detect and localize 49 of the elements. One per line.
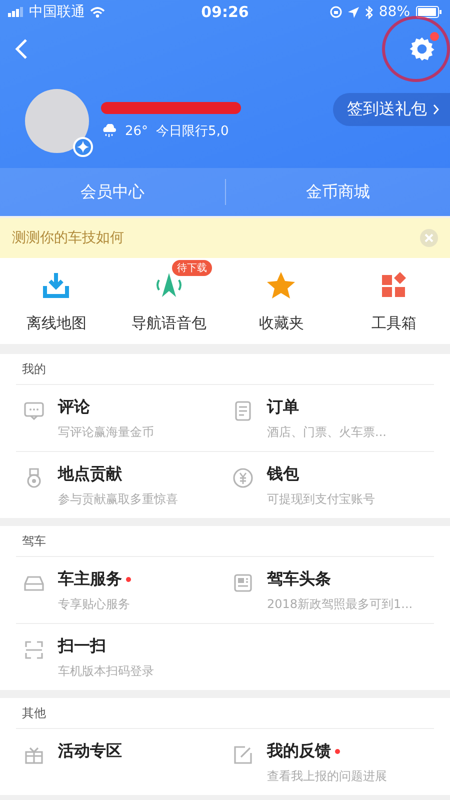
section-title: 其他	[22, 704, 46, 722]
signal-icon	[8, 7, 24, 17]
menu-item-subtitle: 参与贡献赢取多重惊喜	[58, 491, 178, 508]
menu-item-title[interactable]: 驾车头条	[267, 569, 331, 590]
sparkle-badge-icon	[73, 137, 93, 157]
edit-icon	[231, 743, 255, 767]
location-arrow-icon	[348, 6, 359, 18]
chevron-icon	[433, 104, 440, 114]
menu-item-title[interactable]: 车主服务	[58, 569, 122, 590]
comment-icon	[22, 399, 46, 423]
battery-percent: 88%	[378, 4, 410, 20]
settings-icon[interactable]	[408, 35, 436, 63]
back-icon[interactable]	[14, 38, 28, 60]
menu-item-subtitle: 2018新政驾照最多可到1...	[267, 596, 413, 613]
menu-item-title[interactable]: 钱包	[267, 464, 299, 485]
menu-item-subtitle: 写评论赢海量金币	[58, 424, 154, 441]
menu-item-subtitle: 车机版本扫码登录	[58, 663, 154, 680]
download-badge: 待下载	[172, 260, 212, 276]
scan-icon	[22, 638, 46, 662]
menu-item-subtitle: 查看我上报的问题进展	[267, 768, 387, 785]
wallet-icon	[231, 466, 255, 490]
menu-item-title[interactable]: 订单	[267, 397, 299, 418]
battery-icon	[416, 6, 442, 18]
shortcut-label[interactable]: 收藏夹	[258, 314, 304, 332]
checkin-button[interactable]: 签到送礼包	[333, 92, 450, 126]
menu-item-title[interactable]: 地点贡献	[58, 464, 122, 485]
menu-item-subtitle: 酒店、门票、火车票...	[267, 424, 386, 441]
menu-item-title[interactable]: 活动专区	[58, 741, 122, 762]
menu-item-title[interactable]: 扫一扫	[58, 636, 106, 657]
carrier-name: 中国联通	[29, 3, 85, 21]
shortcut-label[interactable]: 工具箱	[371, 314, 416, 332]
menu-item-title[interactable]: 我的反馈	[267, 741, 331, 762]
temperature: 26°	[125, 124, 148, 138]
traffic-restriction: 今日限行5,0	[156, 123, 229, 140]
orientation-lock-icon	[330, 6, 342, 18]
news-icon	[231, 571, 255, 595]
menu-item-subtitle: 专享贴心服务	[58, 596, 131, 613]
bluetooth-icon	[364, 6, 373, 18]
wifi-icon	[90, 6, 105, 18]
star-shortcut-icon[interactable]	[266, 270, 296, 300]
annotation-circle	[382, 16, 450, 82]
shortcut-label[interactable]: 离线地图	[26, 314, 86, 332]
clock: 09:26	[201, 3, 249, 21]
rain-cloud-icon	[101, 124, 117, 138]
section-title: 驾车	[22, 532, 46, 550]
menu-item-title[interactable]: 评论	[58, 397, 90, 418]
menu-item-subtitle: 可提现到支付宝账号	[267, 491, 375, 508]
section-title: 我的	[22, 360, 46, 378]
shortcut-label[interactable]: 导航语音包	[131, 314, 206, 332]
